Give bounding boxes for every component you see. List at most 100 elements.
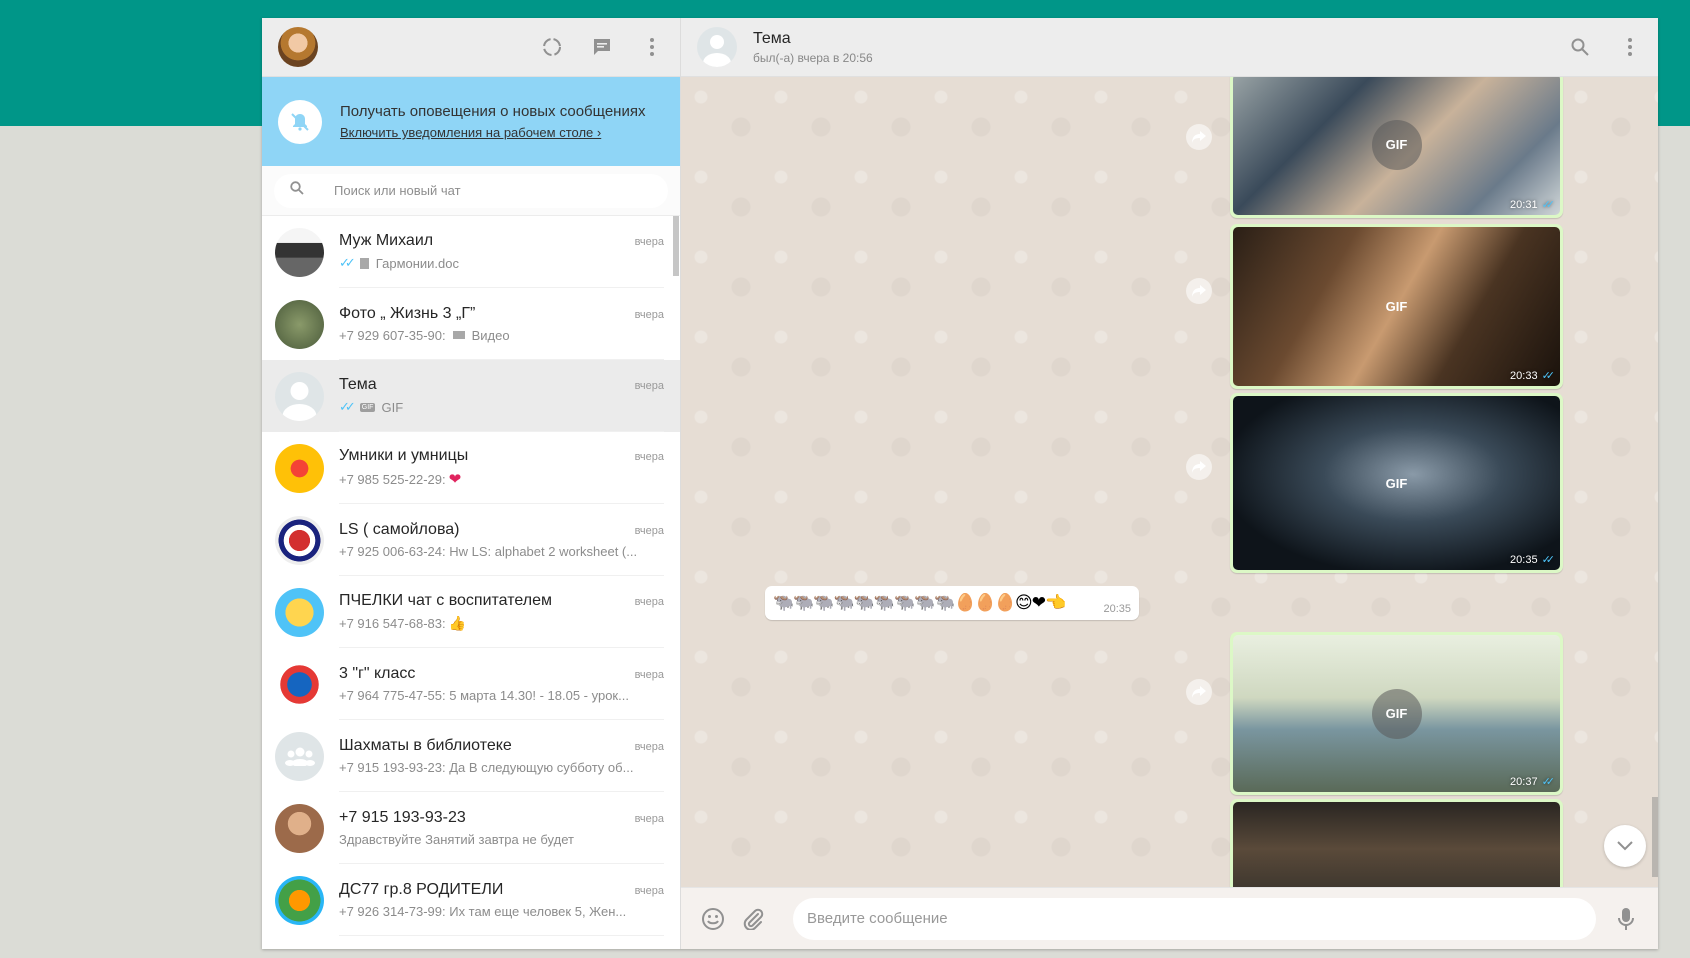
chat-time: вчера xyxy=(634,595,664,608)
chat-item-umniki[interactable]: Умники и умницы вчера +7 985 525-22-29: ❤ xyxy=(262,432,680,504)
chat-avatar xyxy=(275,515,324,565)
chat-preview: +7 926 314-73-99: Их там еще человек 5, … xyxy=(339,903,627,919)
search-input[interactable] xyxy=(334,183,652,198)
forward-icon[interactable] xyxy=(1186,454,1212,480)
whatsapp-web-window: Получать оповещения о новых сообщениях В… xyxy=(262,18,1658,949)
chat-name: LS ( самойлова) xyxy=(339,520,460,538)
chat-preview-sender: +7 929 607-35-90: xyxy=(339,327,446,343)
gif-message[interactable]: GIF 20:35 ✓✓ xyxy=(1230,393,1563,573)
chat-item-muzh-mikhail[interactable]: Муж Михаил вчера ✓✓ Гармонии.doc xyxy=(262,216,680,288)
chat-preview: Здравствуйте Занятий завтра не будет xyxy=(339,831,574,847)
chat-avatar xyxy=(275,299,324,349)
chat-time: вчера xyxy=(634,308,664,321)
chat-preview: +7 985 525-22-29: xyxy=(339,471,446,487)
incoming-message[interactable]: 🐃🐃🐃🐃🐃🐃🐃🐃🐃🥚🥚🥚😊❤👈 20:35 xyxy=(765,586,1139,620)
chat-preview: Видео xyxy=(471,327,510,343)
chat-name: Фото „ Жизнь 3 „Г” xyxy=(339,304,476,322)
contact-last-seen: был(-а) вчера в 20:56 xyxy=(753,50,873,65)
message-input[interactable] xyxy=(807,910,1582,927)
gif-message[interactable]: GIF xyxy=(1230,799,1563,887)
profile-avatar[interactable] xyxy=(278,27,318,67)
forward-icon[interactable] xyxy=(1186,679,1212,705)
gif-play-badge[interactable]: GIF xyxy=(1372,868,1422,888)
chat-name: Тема xyxy=(339,376,377,393)
gif-thumbnail: GIF 20:33 ✓✓ xyxy=(1233,227,1560,386)
chevron-down-icon xyxy=(1617,841,1633,851)
contact-name: Тема xyxy=(753,29,791,47)
emoji-icon[interactable] xyxy=(699,905,727,933)
gif-play-badge[interactable]: GIF xyxy=(1372,282,1422,332)
double-check-icon: ✓✓ xyxy=(1541,554,1556,566)
message-area: GIF 20:31 ✓✓ GIF 20:33 ✓✓ GIF 20:35 ✓✓ 🐃… xyxy=(681,77,1658,887)
chat-item-shakhmaty[interactable]: Шахматы в библиотеке вчера +7 915 193-93-… xyxy=(262,720,680,792)
notification-title: Получать оповещения о новых сообщениях xyxy=(340,103,646,120)
microphone-icon[interactable] xyxy=(1612,905,1640,933)
message-time: 20:37 ✓✓ xyxy=(1510,776,1555,788)
chat-item-3g-klass[interactable]: 3 "г" класс вчера +7 964 775-47-55: 5 мар… xyxy=(262,648,680,720)
sidebar: Получать оповещения о новых сообщениях В… xyxy=(262,18,681,949)
chat-time: вчера xyxy=(634,812,664,825)
message-composer xyxy=(681,887,1658,949)
chat-item-tema[interactable]: Тема вчера ✓✓ GIF GIF xyxy=(262,360,680,432)
chat-item-ds77[interactable]: ДС77 гр.8 РОДИТЕЛИ вчера +7 926 314-73-99… xyxy=(262,864,680,936)
gif-thumbnail: GIF 20:35 ✓✓ xyxy=(1233,396,1560,570)
search-icon xyxy=(290,181,304,200)
gif-play-badge[interactable]: GIF xyxy=(1371,688,1422,739)
message-input-box xyxy=(793,897,1596,940)
new-chat-icon[interactable] xyxy=(590,35,614,59)
chat-avatar xyxy=(275,875,324,925)
chat-time: вчера xyxy=(634,668,664,681)
message-time: 20:35 ✓✓ xyxy=(1510,554,1556,566)
chat-name: +7 915 193-93-23 xyxy=(339,808,466,826)
chat-preview: Гармонии.doc xyxy=(375,255,460,271)
video-icon xyxy=(452,331,465,339)
status-icon[interactable] xyxy=(540,35,564,59)
chat-item-ls-samoylova[interactable]: LS ( самойлова) вчера +7 925 006-63-24: H… xyxy=(262,504,680,576)
gif-play-badge[interactable]: GIF xyxy=(1371,119,1422,170)
menu-icon[interactable] xyxy=(1618,35,1642,59)
double-check-icon: ✓✓ xyxy=(339,255,356,270)
message-area-scrollbar[interactable] xyxy=(1652,797,1658,877)
chat-name: ПЧЕЛКИ чат с воспитателем xyxy=(339,591,552,609)
chat-time: вчера xyxy=(634,236,664,248)
double-check-icon: ✓✓ xyxy=(1541,199,1556,211)
chat-time: вчера xyxy=(634,451,664,463)
gif-play-badge[interactable]: GIF xyxy=(1372,458,1422,508)
chat-avatar xyxy=(275,803,324,853)
message-time: 20:35 xyxy=(1103,603,1131,615)
chat-preview: +7 964 775-47-55: 5 марта 14.30! - 18.05… xyxy=(339,687,629,703)
attach-icon[interactable] xyxy=(739,905,767,933)
search-box xyxy=(274,173,668,208)
group-avatar-icon xyxy=(275,731,324,781)
enable-notifications-link[interactable]: Включить уведомления на рабочем столе › xyxy=(340,125,645,140)
gif-message[interactable]: GIF 20:33 ✓✓ xyxy=(1230,224,1563,389)
chat-name: Умники и умницы xyxy=(339,447,469,464)
gif-message[interactable]: GIF 20:37 ✓✓ xyxy=(1230,632,1563,795)
chat-name: Муж Михаил xyxy=(339,232,434,249)
search-icon[interactable] xyxy=(1568,35,1592,59)
gif-message[interactable]: GIF 20:31 ✓✓ xyxy=(1230,77,1563,218)
chat-item-phone-9159[interactable]: +7 915 193-93-23 вчера Здравствуйте Занят… xyxy=(262,792,680,864)
message-time: 20:31 ✓✓ xyxy=(1510,199,1556,211)
gif-thumbnail: GIF xyxy=(1233,802,1560,887)
forward-icon[interactable] xyxy=(1186,124,1212,150)
default-avatar-icon xyxy=(275,371,324,421)
default-avatar-icon[interactable] xyxy=(697,27,737,67)
document-icon xyxy=(359,257,369,269)
menu-icon[interactable] xyxy=(640,35,664,59)
search-bar xyxy=(262,166,680,216)
forward-icon[interactable] xyxy=(1186,278,1212,304)
chat-item-foto-zhizn[interactable]: Фото „ Жизнь 3 „Г” вчера +7 929 607-35-90… xyxy=(262,288,680,360)
chat-time: вчера xyxy=(634,380,664,392)
chat-list: Муж Михаил вчера ✓✓ Гармонии.doc Фото „ Жи… xyxy=(262,216,680,949)
chat-avatar xyxy=(275,443,324,493)
conversation-header[interactable]: Тема был(-а) вчера в 20:56 xyxy=(681,18,1658,77)
gif-badge-icon: GIF xyxy=(359,402,376,412)
scroll-down-button[interactable] xyxy=(1604,825,1646,867)
message-time: 20:33 ✓✓ xyxy=(1510,370,1555,382)
chat-preview: +7 925 006-63-24: Hw LS: alphabet 2 work… xyxy=(339,543,638,559)
chat-preview: +7 915 193-93-23: Да В следующую субботу… xyxy=(339,759,634,775)
notification-banner[interactable]: Получать оповещения о новых сообщениях В… xyxy=(262,77,680,166)
chat-item-pchelki[interactable]: ПЧЕЛКИ чат с воспитателем вчера +7 916 54… xyxy=(262,576,680,648)
chat-avatar xyxy=(275,587,324,637)
